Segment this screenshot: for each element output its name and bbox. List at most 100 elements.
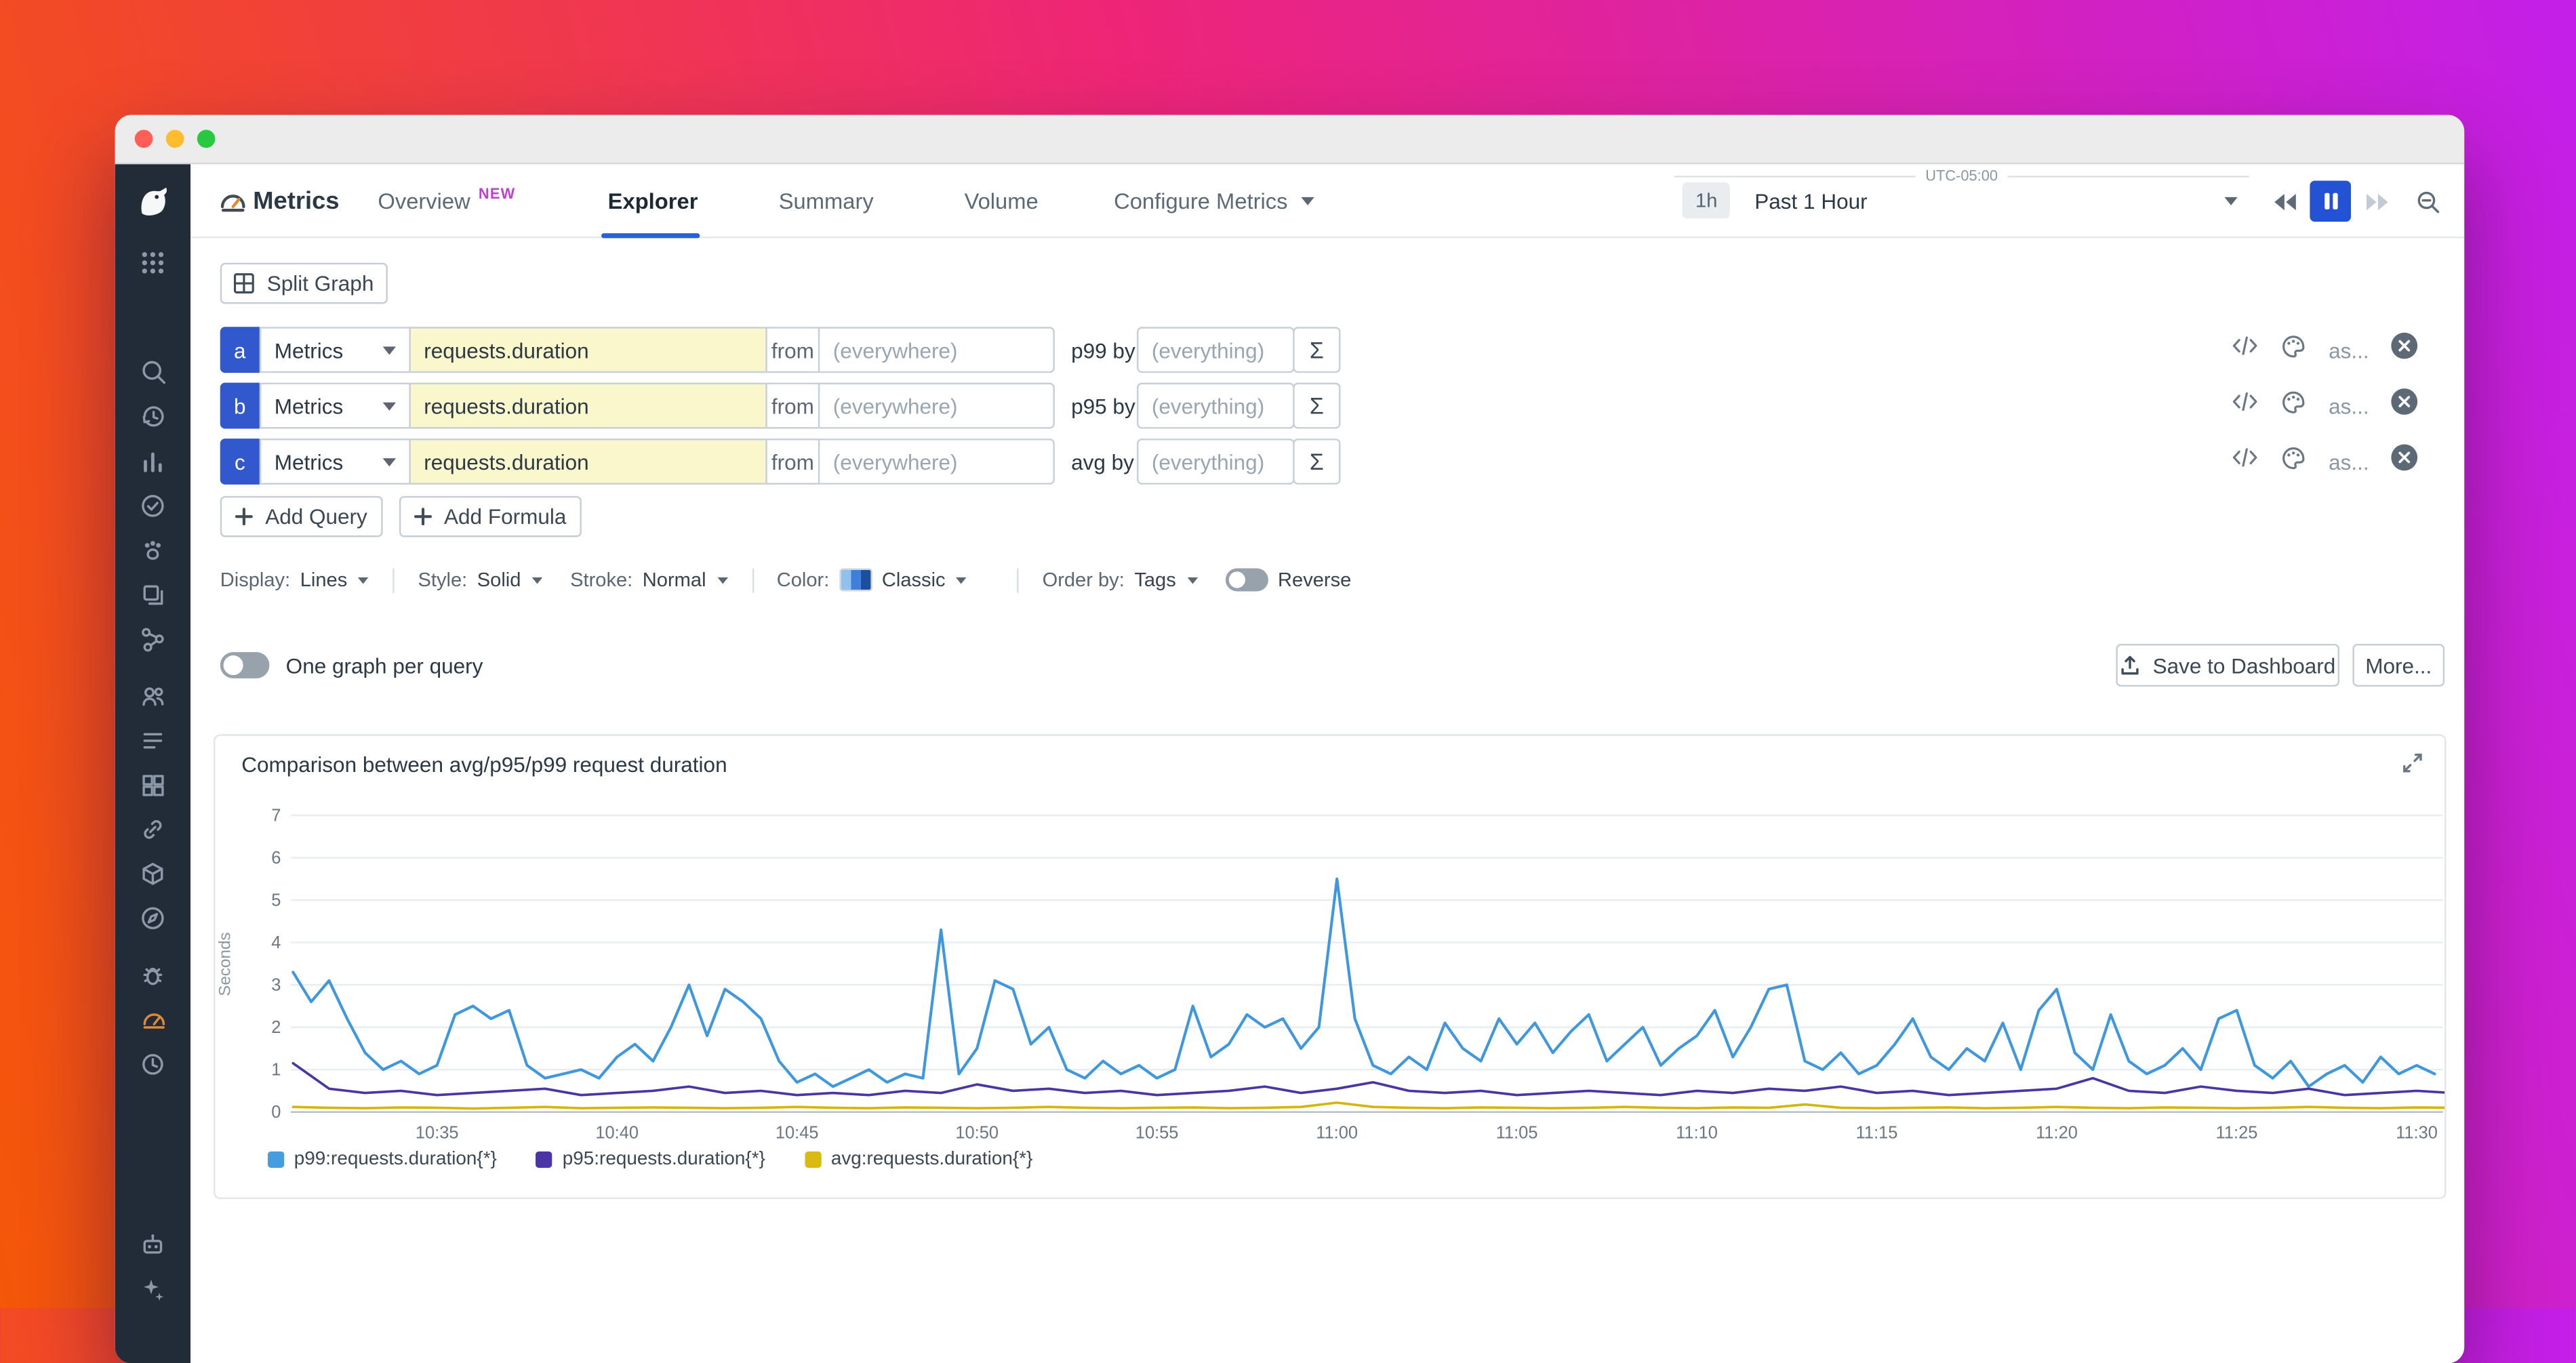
- style-value-dropdown[interactable]: Solid: [477, 569, 521, 592]
- query-row-b: b Metrics requests.duration from (everyw…: [220, 383, 2442, 429]
- from-scope-input[interactable]: (everywhere): [818, 439, 1055, 485]
- history-icon[interactable]: [115, 394, 190, 439]
- save-to-dashboard-button[interactable]: Save to Dashboard: [2116, 644, 2339, 687]
- group-by-input[interactable]: (everything): [1137, 439, 1295, 485]
- containers-cube-icon[interactable]: [115, 851, 190, 895]
- display-value-dropdown[interactable]: Lines: [300, 569, 348, 592]
- chart-plot[interactable]: 0123456710:3510:4010:4510:5010:5511:0011…: [215, 795, 2444, 1148]
- chevron-down-icon[interactable]: [957, 577, 967, 584]
- link-icon[interactable]: [115, 807, 190, 851]
- close-window-button[interactable]: [135, 129, 153, 148]
- expand-chart-icon[interactable]: [2400, 751, 2425, 784]
- apps-grid-icon[interactable]: [115, 248, 190, 278]
- aggregator-label[interactable]: p95 by: [1071, 383, 1137, 429]
- order-by-label: Order by:: [1043, 569, 1125, 592]
- remove-query-icon[interactable]: [2390, 332, 2418, 368]
- metric-input[interactable]: requests.duration: [409, 383, 767, 429]
- legend-item[interactable]: avg:requests.duration{*}: [805, 1150, 1032, 1169]
- reverse-toggle[interactable]: [1225, 569, 1268, 592]
- group-by-input[interactable]: (everything): [1137, 383, 1295, 429]
- remove-query-icon[interactable]: [2390, 443, 2418, 479]
- chevron-down-icon: [1301, 197, 1314, 205]
- scheduler-clock-icon[interactable]: [115, 1041, 190, 1085]
- aggregator-label[interactable]: p99 by: [1071, 327, 1137, 373]
- chevron-down-icon[interactable]: [359, 577, 369, 584]
- time-range-label[interactable]: Past 1 Hour: [1754, 182, 1867, 218]
- tab-explorer[interactable]: Explorer: [608, 164, 698, 238]
- svg-text:Seconds: Seconds: [216, 932, 234, 996]
- palette-icon[interactable]: [2281, 445, 2308, 479]
- svg-text:5: 5: [271, 891, 281, 910]
- logs-list-icon[interactable]: [115, 718, 190, 762]
- data-source-select[interactable]: Metrics: [260, 439, 411, 485]
- color-value-dropdown[interactable]: Classic: [882, 569, 946, 592]
- main-content: Metrics Overview NEW Explorer Summary Vo…: [190, 164, 2464, 1363]
- tab-volume[interactable]: Volume: [965, 164, 1039, 238]
- chevron-down-icon[interactable]: [532, 577, 543, 584]
- add-formula-button[interactable]: Add Formula: [399, 496, 582, 537]
- infrastructure-chart-icon[interactable]: [115, 439, 190, 483]
- metric-input[interactable]: requests.duration: [409, 439, 767, 485]
- as-label[interactable]: as...: [2329, 393, 2369, 418]
- color-palette-swatch[interactable]: [839, 569, 872, 592]
- tab-overview[interactable]: Overview NEW: [378, 164, 515, 238]
- order-by-value-dropdown[interactable]: Tags: [1134, 569, 1175, 592]
- metric-input[interactable]: requests.duration: [409, 327, 767, 373]
- from-scope-input[interactable]: (everywhere): [818, 383, 1055, 429]
- remove-query-icon[interactable]: [2390, 388, 2418, 424]
- chevron-down-icon[interactable]: [717, 577, 728, 584]
- palette-icon[interactable]: [2281, 388, 2308, 423]
- sigma-button[interactable]: Σ: [1293, 383, 1340, 429]
- split-graph-button[interactable]: Split Graph: [220, 263, 388, 304]
- code-icon[interactable]: [2232, 445, 2259, 478]
- minimize-window-button[interactable]: [166, 129, 184, 148]
- palette-icon[interactable]: [2281, 333, 2308, 367]
- tab-configure-metrics[interactable]: Configure Metrics: [1114, 164, 1314, 238]
- code-icon[interactable]: [2232, 333, 2259, 366]
- users-icon[interactable]: [115, 674, 190, 718]
- svg-text:11:05: 11:05: [1496, 1123, 1538, 1142]
- style-label: Style:: [418, 569, 467, 592]
- zoom-out-icon[interactable]: [2409, 181, 2448, 222]
- pause-button[interactable]: [2310, 181, 2351, 222]
- maximize-window-button[interactable]: [197, 129, 216, 148]
- code-icon[interactable]: [2232, 389, 2259, 422]
- one-graph-per-query-toggle[interactable]: [220, 652, 270, 678]
- color-label: Color:: [777, 569, 830, 592]
- workflows-robot-icon[interactable]: [115, 1222, 190, 1266]
- aggregator-label[interactable]: avg by: [1071, 439, 1137, 485]
- tab-summary[interactable]: Summary: [779, 164, 874, 238]
- synthetics-compass-icon[interactable]: [115, 895, 190, 939]
- from-scope-input[interactable]: (everywhere): [818, 327, 1055, 373]
- datadog-logo[interactable]: [115, 179, 190, 222]
- integrations-layers-icon[interactable]: [115, 571, 190, 615]
- chart-legend: p99:requests.duration{*} p95:requests.dur…: [268, 1150, 1032, 1169]
- time-range-chip[interactable]: 1h: [1683, 182, 1731, 218]
- as-label[interactable]: as...: [2329, 449, 2369, 474]
- metrics-gauge-icon[interactable]: [115, 997, 190, 1041]
- watchdog-paw-icon[interactable]: [115, 527, 190, 571]
- sigma-button[interactable]: Σ: [1293, 327, 1340, 373]
- rewind-button[interactable]: [2267, 181, 2303, 222]
- sigma-button[interactable]: Σ: [1293, 439, 1340, 485]
- search-icon[interactable]: [115, 350, 190, 394]
- as-label[interactable]: as...: [2329, 338, 2369, 362]
- legend-item[interactable]: p95:requests.duration{*}: [536, 1150, 765, 1169]
- monitors-check-icon[interactable]: [115, 483, 190, 527]
- ai-sparkle-icon[interactable]: [115, 1266, 190, 1310]
- svg-text:10:35: 10:35: [416, 1123, 459, 1142]
- stroke-value-dropdown[interactable]: Normal: [643, 569, 706, 592]
- time-range-chevron-icon[interactable]: [2224, 197, 2237, 205]
- data-source-select[interactable]: Metrics: [260, 383, 411, 429]
- add-query-button[interactable]: Add Query: [220, 496, 383, 537]
- more-button[interactable]: More...: [2352, 644, 2444, 687]
- legend-item[interactable]: p99:requests.duration{*}: [268, 1150, 497, 1169]
- data-source-select[interactable]: Metrics: [260, 327, 411, 373]
- service-flow-icon[interactable]: [115, 616, 190, 660]
- display-label: Display:: [220, 569, 290, 592]
- bug-icon[interactable]: [115, 953, 190, 997]
- forward-button[interactable]: [2359, 181, 2395, 222]
- chevron-down-icon[interactable]: [1187, 577, 1198, 584]
- group-by-input[interactable]: (everything): [1137, 327, 1295, 373]
- dashboards-grid-icon[interactable]: [115, 762, 190, 806]
